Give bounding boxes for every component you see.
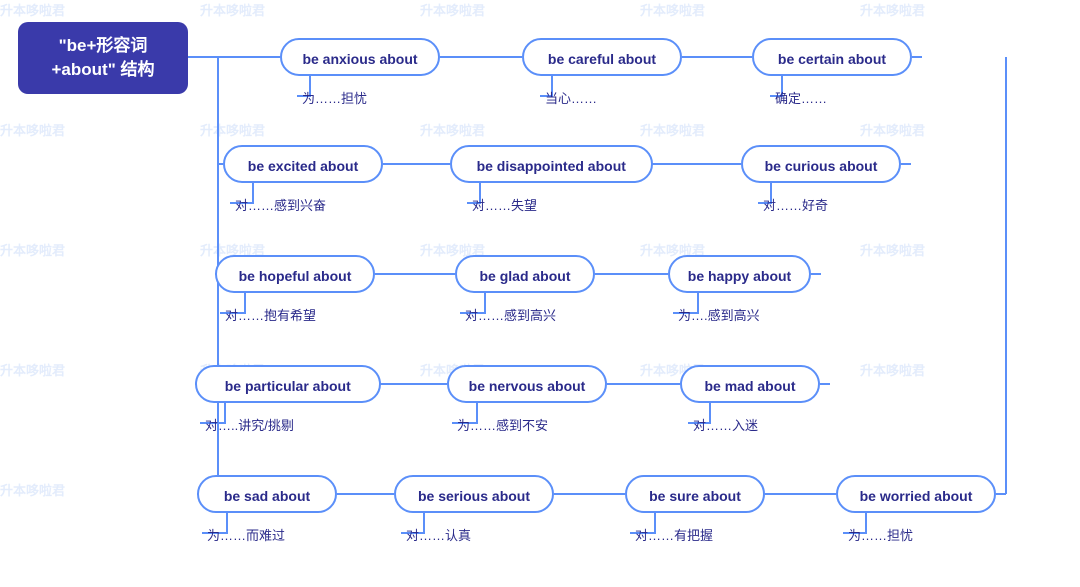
- phrase-node-n10: be particular about: [195, 365, 381, 403]
- title-box: "be+形容词+about" 结构: [18, 22, 188, 94]
- phrase-node-n1: be anxious about: [280, 38, 440, 76]
- phrase-node-n16: be worried about: [836, 475, 996, 513]
- phrase-node-n9: be happy about: [668, 255, 811, 293]
- chinese-label-l9: 为….感到高兴: [678, 305, 760, 324]
- chinese-label-l16: 为……担忧: [848, 525, 913, 544]
- phrase-node-n14: be serious about: [394, 475, 554, 513]
- phrase-node-n13: be sad about: [197, 475, 337, 513]
- phrase-node-n2: be careful about: [522, 38, 682, 76]
- phrase-node-n12: be mad about: [680, 365, 820, 403]
- phrase-node-n15: be sure about: [625, 475, 765, 513]
- title-text: "be+形容词+about" 结构: [52, 36, 155, 79]
- phrase-node-n8: be glad about: [455, 255, 595, 293]
- chinese-label-l15: 对……有把握: [635, 525, 713, 544]
- chinese-label-l13: 为……而难过: [207, 525, 285, 544]
- phrase-node-n3: be certain about: [752, 38, 912, 76]
- chinese-label-l5: 对……失望: [472, 195, 537, 214]
- phrase-node-n6: be curious about: [741, 145, 901, 183]
- chinese-label-l14: 对……认真: [406, 525, 471, 544]
- chinese-label-l10: 对…..讲究/挑剔: [205, 415, 294, 434]
- chinese-label-l8: 对……感到高兴: [465, 305, 556, 324]
- phrase-node-n5: be disappointed about: [450, 145, 653, 183]
- phrase-node-n11: be nervous about: [447, 365, 607, 403]
- chinese-label-l12: 对……入迷: [693, 415, 758, 434]
- chinese-label-l3: 确定……: [775, 88, 827, 107]
- chinese-label-l4: 对……感到兴奋: [235, 195, 326, 214]
- chinese-label-l6: 对……好奇: [763, 195, 828, 214]
- chinese-label-l2: 当心……: [545, 88, 597, 107]
- chinese-label-l1: 为……担忧: [302, 88, 367, 107]
- chinese-label-l11: 为……感到不安: [457, 415, 548, 434]
- phrase-node-n4: be excited about: [223, 145, 383, 183]
- phrase-node-n7: be hopeful about: [215, 255, 375, 293]
- chinese-label-l7: 对……抱有希望: [225, 305, 316, 324]
